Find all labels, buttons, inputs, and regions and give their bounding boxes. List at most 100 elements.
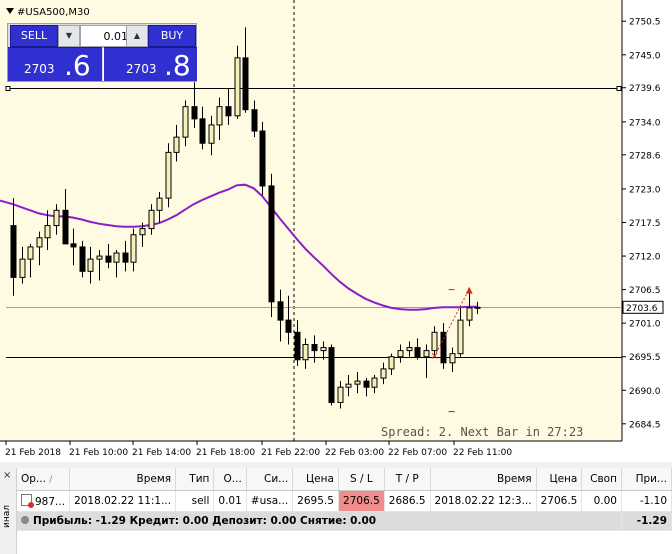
price-tick-label: 2684.5 xyxy=(629,420,661,430)
buy-button[interactable]: BUY xyxy=(148,25,196,47)
candle-body xyxy=(191,106,198,120)
candle-body xyxy=(27,246,34,260)
candle-body xyxy=(277,301,284,321)
candle-body xyxy=(96,255,103,260)
candle-body xyxy=(242,57,249,111)
candle-body xyxy=(423,350,430,358)
time-tick-label: 22 Feb 07:00 xyxy=(388,448,447,458)
column-header-type[interactable]: Тип xyxy=(175,468,215,491)
sell-order-icon xyxy=(21,494,34,508)
sell-price-integer: 2703 xyxy=(24,62,55,76)
table-row[interactable]: 987... 2018.02.22 11:1... sell 0.01 #usa… xyxy=(17,490,672,512)
candle-body xyxy=(466,307,473,321)
time-tick-label: 22 Feb 03:00 xyxy=(325,448,384,458)
candle-body xyxy=(173,136,180,153)
sell-price-button[interactable]: 2703 .6 xyxy=(8,47,102,81)
price-chart[interactable]: ✕ ▲ 2750.5 2745.0 2739.6 2734.0 2728.6 2723.0 2… xyxy=(0,0,672,462)
close-icon[interactable]: × xyxy=(3,470,11,481)
terminal-side-bar: × инал xyxy=(0,468,17,554)
arrow-up-icon: ▲ xyxy=(133,31,141,40)
candle-body xyxy=(363,380,370,388)
time-tick-label: 22 Feb 11:00 xyxy=(453,448,512,458)
summary-row: Прибыль: -1.29 Кредит: 0.00 Депозит: 0.0… xyxy=(17,511,672,531)
candle-body xyxy=(414,347,421,358)
price-tick-label: 2695.5 xyxy=(629,353,661,363)
price-tick-label: 2734.0 xyxy=(629,118,661,128)
one-click-trading-panel: SELL ▼ ▲ BUY 2703 .6 2703 .8 xyxy=(7,23,197,82)
lot-size-input[interactable] xyxy=(80,25,132,47)
candle-body xyxy=(122,252,129,263)
candle-body xyxy=(105,255,112,263)
sl-cell[interactable]: 2706.5 xyxy=(338,490,385,512)
candle-body xyxy=(457,319,464,355)
time-tick-label: 21 Feb 22:00 xyxy=(261,448,320,458)
time-tick-label: 21 Feb 10:00 xyxy=(69,448,128,458)
candle-body xyxy=(259,130,266,187)
candle-body xyxy=(130,234,137,263)
buy-price-fraction: .8 xyxy=(164,49,191,82)
candle-body xyxy=(53,209,60,227)
candle-body xyxy=(251,109,258,132)
tp-cell[interactable]: 2686.5 xyxy=(384,490,431,512)
candle-body xyxy=(165,151,172,199)
column-header-swap[interactable]: Своп xyxy=(581,468,622,491)
candle-body xyxy=(225,106,232,117)
column-header-symbol[interactable]: Си... xyxy=(246,468,294,491)
candle-body xyxy=(337,386,344,403)
candle-body xyxy=(62,209,69,245)
candle-body xyxy=(449,353,456,364)
arrow-down-icon: ▼ xyxy=(65,31,73,40)
candle-body xyxy=(113,252,120,263)
column-header-profit[interactable]: При... xyxy=(621,468,672,491)
lot-decrease-button[interactable]: ▼ xyxy=(58,25,80,47)
candle-body xyxy=(19,258,26,278)
column-header-volume[interactable]: О... xyxy=(213,468,247,491)
order-ticket-cell: 987... xyxy=(17,490,71,512)
candle-body xyxy=(44,225,51,239)
entry-arrow-icon: ✕ xyxy=(430,352,438,363)
candle-body xyxy=(440,331,447,364)
column-header-price[interactable]: Цена xyxy=(536,468,583,491)
lot-increase-button[interactable]: ▲ xyxy=(126,25,148,47)
price-tick-label: 2750.5 xyxy=(629,18,661,28)
candle-body xyxy=(302,344,309,361)
buy-price-integer: 2703 xyxy=(126,62,157,76)
candle-body xyxy=(474,306,481,309)
svg-text:2703.6: 2703.6 xyxy=(626,304,658,314)
column-header-tp[interactable]: T / P xyxy=(384,468,431,491)
candle-body xyxy=(182,106,189,138)
column-header-time[interactable]: Время xyxy=(430,468,537,491)
orders-table: Ор... / Время Тип О... Си... Цена S / L … xyxy=(17,468,672,531)
summary-icon xyxy=(21,516,29,524)
column-header-order[interactable]: Ор... / xyxy=(17,468,71,491)
time-tick-label: 21 Feb 2018 xyxy=(5,448,61,458)
candle-body xyxy=(36,237,43,248)
candle-body xyxy=(311,344,318,352)
candle-body xyxy=(87,258,94,272)
price-tick-label: 2701.0 xyxy=(629,320,661,330)
candle-body xyxy=(70,243,77,248)
table-header-row: Ор... / Время Тип О... Си... Цена S / L … xyxy=(17,468,672,491)
volume-cell: 0.01 xyxy=(213,490,247,512)
symbol-cell: #usa... xyxy=(246,490,294,512)
open-time-cell: 2018.02.22 11:1... xyxy=(69,490,177,512)
candle-body xyxy=(406,347,413,352)
candle-body xyxy=(380,368,387,379)
candle-body xyxy=(216,106,223,126)
line-handle xyxy=(616,86,622,91)
candle-body xyxy=(371,377,378,388)
column-header-sl[interactable]: S / L xyxy=(338,468,385,491)
sort-icon: / xyxy=(49,475,53,485)
buy-price-button[interactable]: 2703 .8 xyxy=(103,47,197,81)
spread-info: Spread: 2. Next Bar in 27:23 xyxy=(381,425,583,439)
terminal-panel: × инал Ор... / Время Тип О... Си... Цена… xyxy=(0,468,672,554)
current-price-tag: 2703.6 xyxy=(622,300,664,314)
price-tick-label: 2745.0 xyxy=(629,51,661,61)
sell-button[interactable]: SELL xyxy=(10,25,58,47)
open-price-cell: 2695.5 xyxy=(292,490,339,512)
candle-body xyxy=(285,319,292,333)
column-header-open-price[interactable]: Цена xyxy=(292,468,339,491)
candle-body xyxy=(156,197,163,211)
price-tick-label: 2728.6 xyxy=(629,151,661,161)
column-header-open-time[interactable]: Время xyxy=(69,468,177,491)
